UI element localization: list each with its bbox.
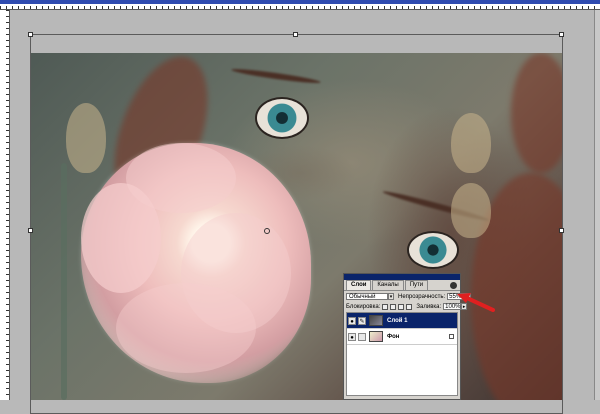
arrow-annotation-icon [457, 293, 495, 312]
tab-layers[interactable]: Слои [346, 280, 372, 290]
transform-handle[interactable] [28, 32, 33, 37]
layer-name: Слой 1 [387, 317, 408, 324]
transform-handle[interactable] [293, 32, 298, 37]
tab-channels[interactable]: Каналы [372, 280, 404, 290]
transform-bounding-box[interactable] [28, 32, 564, 414]
scrollbar[interactable] [594, 10, 600, 400]
lock-label: Блокировка: [346, 303, 381, 310]
panel-menu-icon[interactable] [450, 282, 457, 289]
vertical-ruler [0, 10, 10, 400]
eye-icon[interactable]: ● [348, 332, 356, 341]
layers-list: ● ✎ Слой 1 ● Фон [346, 312, 458, 396]
blend-opacity-row: Обычный ▾ Непрозрачность: 55% ▸ [346, 292, 472, 301]
lock-transparency-icon[interactable] [382, 303, 389, 310]
opacity-label: Непрозрачность: [398, 293, 446, 300]
lock-icon[interactable] [406, 303, 413, 310]
lock-fill-row: Блокировка: Заливка: 100% ▸ [346, 302, 468, 311]
layer-name: Фон [387, 333, 400, 340]
transform-handle[interactable] [28, 228, 33, 233]
tab-paths[interactable]: Пути [404, 280, 429, 290]
layer-row-background[interactable]: ● Фон [347, 329, 457, 345]
title-bar-strip [0, 0, 600, 4]
lock-icon [449, 334, 454, 339]
chevron-down-icon[interactable]: ▾ [388, 293, 394, 300]
transform-handle[interactable] [559, 32, 564, 37]
layer-row-1[interactable]: ● ✎ Слой 1 [347, 313, 457, 329]
brush-icon[interactable] [390, 303, 397, 310]
brush-icon[interactable]: ✎ [358, 316, 366, 325]
blend-mode-select[interactable]: Обычный [346, 293, 388, 300]
panel-tabs: Слои Каналы Пути [344, 280, 460, 291]
transform-handle[interactable] [559, 228, 564, 233]
eye-icon[interactable]: ● [348, 316, 356, 325]
layer-thumbnail [369, 331, 383, 342]
empty-toggle[interactable] [358, 332, 366, 341]
layers-panel[interactable]: Слои Каналы Пути Обычный ▾ Непрозрачност… [343, 273, 472, 400]
center-point[interactable] [264, 228, 270, 234]
layer-thumbnail [369, 315, 383, 326]
move-icon[interactable] [398, 303, 405, 310]
fill-label: Заливка: [416, 303, 442, 310]
